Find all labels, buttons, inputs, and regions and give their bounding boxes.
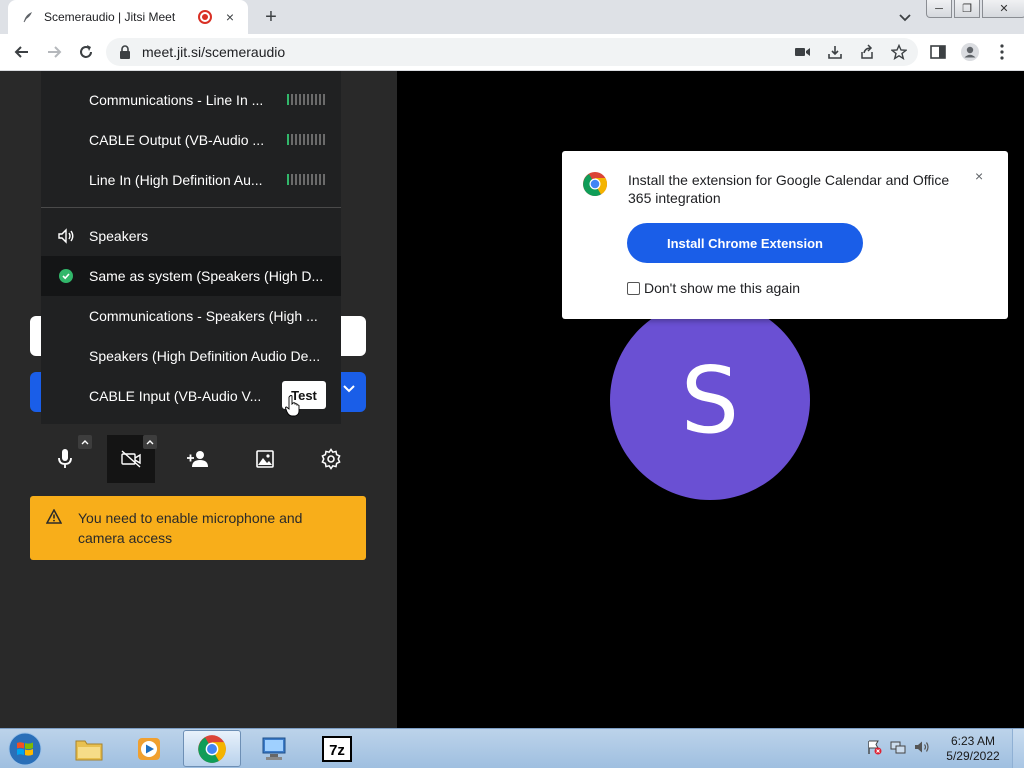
speaker-option-label: CABLE Input (VB-Audio V... [89, 388, 262, 404]
tab-strip: Scemeraudio | Jitsi Meet × + ─ ❐ ✕ [0, 0, 1024, 34]
microphone-option-label: Communications - Line In ... [89, 92, 264, 108]
speaker-option[interactable]: Speakers (High Definition Audio De... [41, 336, 341, 376]
chevron-down-icon[interactable] [342, 382, 356, 399]
warning-text: You need to enable microphone and camera… [78, 510, 303, 546]
extension-popup: Install the extension for Google Calenda… [562, 151, 1008, 319]
virtual-background-button[interactable] [241, 435, 289, 483]
checkbox-icon[interactable] [627, 281, 640, 295]
microphone-option-label: Line In (High Definition Au... [89, 172, 263, 188]
address-bar[interactable]: meet.jit.si/scemeraudio [106, 38, 918, 66]
explorer-icon[interactable] [60, 730, 118, 767]
speakers-header-label: Speakers [89, 228, 149, 244]
share-icon[interactable] [858, 43, 876, 61]
bookmark-star-icon[interactable] [890, 43, 908, 61]
avatar-initial: S [680, 346, 740, 454]
checkmark-icon [59, 269, 73, 283]
dont-show-label: Don't show me this again [644, 280, 800, 296]
dont-show-checkbox[interactable]: Don't show me this again [627, 280, 800, 296]
extension-message: Install the extension for Google Calenda… [628, 172, 950, 206]
tab-search-icon[interactable] [896, 8, 914, 26]
microphone-option[interactable]: Communications - Line In ... [41, 80, 341, 120]
install-extension-button[interactable]: Install Chrome Extension [627, 223, 863, 263]
chrome-logo-icon [582, 171, 608, 197]
minimize-button[interactable]: ─ [926, 0, 952, 18]
warning-icon [45, 508, 64, 527]
audio-level-meter [287, 134, 325, 145]
menu-divider [41, 207, 341, 208]
lock-icon[interactable] [118, 45, 132, 59]
back-icon[interactable] [12, 42, 32, 62]
clock-time: 6:23 AM [950, 734, 996, 748]
browser-tab[interactable]: Scemeraudio | Jitsi Meet × [8, 0, 248, 34]
avatar: S [610, 300, 810, 500]
microphone-option-label: CABLE Output (VB-Audio ... [89, 132, 265, 148]
microphone-option[interactable]: CABLE Output (VB-Audio ... [41, 120, 341, 160]
video-caret-up-icon[interactable] [143, 435, 157, 449]
speakers-header: Speakers [41, 216, 341, 256]
tab-close-button[interactable]: × [222, 9, 238, 25]
forward-icon[interactable] [44, 42, 64, 62]
close-window-button[interactable]: ✕ [982, 0, 1024, 18]
speaker-option-selected[interactable]: Same as system (Speakers (High D... [41, 256, 341, 296]
windows-taskbar: 7z 6:23 AM 5/29/2022 [0, 728, 1024, 768]
recording-icon [198, 10, 212, 24]
prejoin-panel: Communications - Line In ... CABLE Outpu… [0, 71, 397, 728]
jitsi-favicon-icon [20, 9, 36, 25]
new-tab-button[interactable]: + [260, 6, 282, 28]
clock-date: 5/29/2022 [946, 749, 1000, 763]
speaker-option-label: Same as system (Speakers (High D... [89, 268, 324, 284]
show-desktop-button[interactable] [1012, 729, 1024, 768]
jitsi-page: Communications - Line In ... CABLE Outpu… [0, 71, 1024, 728]
microphone-option[interactable]: Line In (High Definition Au... [41, 160, 341, 200]
reload-icon[interactable] [76, 42, 96, 62]
mic-caret-up-icon[interactable] [78, 435, 92, 449]
permission-warning: You need to enable microphone and camera… [30, 496, 366, 560]
invite-button[interactable] [174, 435, 222, 483]
settings-button[interactable] [307, 435, 355, 483]
install-app-icon[interactable] [826, 43, 844, 61]
chrome-icon[interactable] [183, 730, 241, 767]
url-text: meet.jit.si/scemeraudio [142, 44, 286, 60]
speaker-option-label: Speakers (High Definition Audio De... [89, 348, 321, 364]
profile-icon[interactable] [960, 42, 980, 62]
system-tray [866, 739, 930, 755]
network-tray-icon[interactable] [890, 739, 906, 755]
network-icon[interactable] [245, 730, 303, 767]
popup-close-icon[interactable]: × [975, 168, 983, 184]
audio-level-meter [287, 94, 325, 105]
start-button[interactable] [4, 731, 46, 767]
speaker-option-label: Communications - Speakers (High ... [89, 308, 318, 324]
audio-settings-menu: Communications - Line In ... CABLE Outpu… [41, 71, 341, 424]
browser-toolbar: meet.jit.si/scemeraudio [0, 34, 1024, 71]
tab-title: Scemeraudio | Jitsi Meet [44, 10, 176, 24]
7zip-icon[interactable]: 7z [308, 730, 366, 767]
system-clock[interactable]: 6:23 AM 5/29/2022 [940, 734, 1006, 764]
speaker-option[interactable]: Communications - Speakers (High ... [41, 296, 341, 336]
action-center-flag-icon[interactable] [866, 739, 882, 755]
side-panel-icon[interactable] [928, 42, 948, 62]
audio-level-meter [287, 174, 325, 185]
7zip-label: 7z [329, 742, 345, 759]
camera-blocked-icon[interactable] [794, 43, 812, 61]
speaker-icon [57, 227, 75, 245]
volume-icon[interactable] [914, 739, 930, 755]
restore-button[interactable]: ❐ [954, 0, 980, 18]
menu-kebab-icon[interactable] [992, 42, 1012, 62]
hand-cursor-icon [285, 395, 301, 417]
media-player-icon[interactable] [120, 730, 178, 767]
